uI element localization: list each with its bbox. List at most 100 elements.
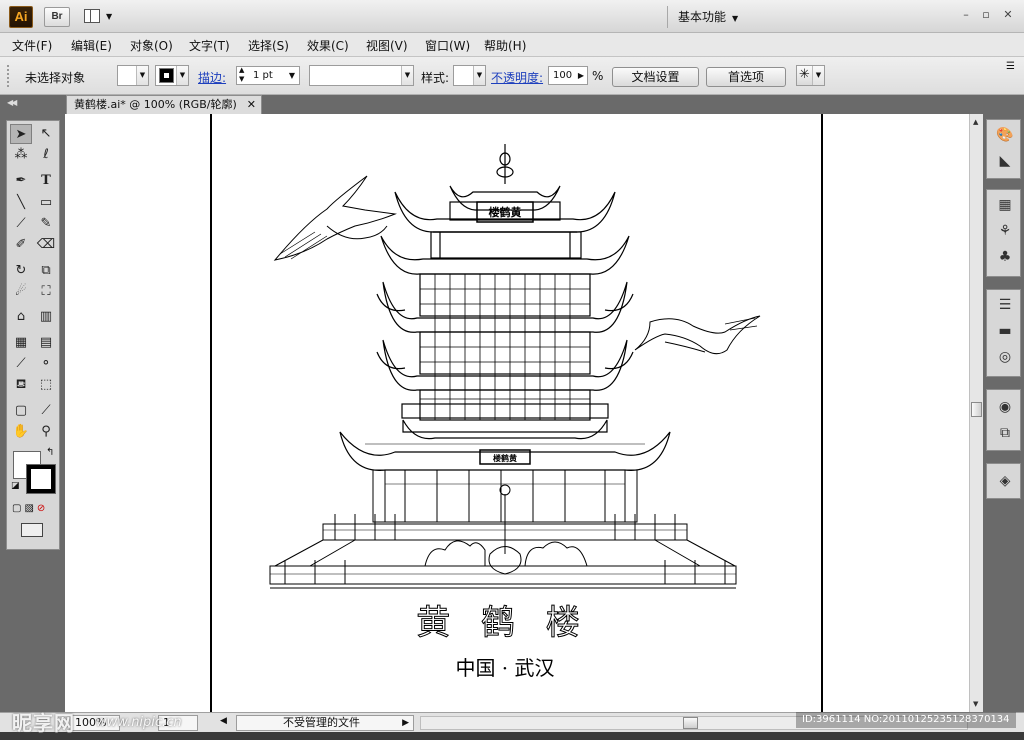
restore-button[interactable]: ▫ bbox=[978, 8, 994, 21]
pencil-tool[interactable]: ✎ bbox=[35, 214, 57, 234]
bridge-button[interactable]: Br bbox=[44, 7, 70, 27]
close-button[interactable]: ✕ bbox=[1000, 8, 1016, 21]
panel-menu-icon[interactable]: ☰ bbox=[1006, 61, 1015, 72]
default-colors-icon[interactable]: ◪ bbox=[11, 481, 20, 491]
color-guide-icon[interactable]: 🎨 bbox=[996, 126, 1014, 144]
workspace-switcher[interactable]: 基本功能 ▼ bbox=[667, 6, 751, 28]
mesh-tool[interactable]: ▦ bbox=[10, 333, 32, 353]
stroke-weight-value: 1 pt bbox=[253, 70, 273, 81]
graphic-style-dropdown[interactable]: ▼ bbox=[453, 65, 486, 86]
illustrator-logo: Ai bbox=[9, 6, 33, 28]
magic-wand-tool[interactable]: ⁂ bbox=[10, 145, 32, 165]
menu-select[interactable]: 选择(S) bbox=[248, 37, 289, 54]
title-bar: Ai Br ▼ 基本功能 ▼ – ▫ ✕ bbox=[0, 0, 1024, 33]
lasso-tool[interactable]: ℓ bbox=[35, 145, 57, 165]
artboard-canvas[interactable]: 楼鹤黄 楼鹤黄 黄 鹤 楼 中国 · 武汉 bbox=[65, 114, 969, 712]
direct-selection-tool[interactable]: ↖ bbox=[35, 124, 57, 144]
status-dropdown[interactable]: 不受管理的文件 ▶ bbox=[236, 715, 414, 731]
nav-prev-icon[interactable]: ◀ bbox=[220, 716, 227, 726]
artboard-tool[interactable]: ▢ bbox=[10, 401, 32, 421]
preferences-button[interactable]: 首选项 bbox=[706, 67, 786, 87]
vertical-scroll-thumb[interactable] bbox=[971, 402, 982, 417]
selection-tool[interactable]: ➤ bbox=[10, 124, 32, 144]
brush-definition-dropdown[interactable]: ▼ bbox=[309, 65, 414, 86]
pen-tool[interactable]: ✒ bbox=[10, 171, 32, 191]
stroke-weight-field[interactable]: ▲ ▼ 1 pt ▼ bbox=[236, 66, 300, 85]
zoom-tool[interactable]: ⚲ bbox=[35, 422, 57, 442]
layers-icon[interactable]: ◈ bbox=[996, 472, 1014, 490]
menu-view[interactable]: 视图(V) bbox=[366, 37, 408, 54]
top-plaque-text: 楼鹤黄 bbox=[489, 205, 522, 219]
free-transform-tool[interactable]: ⛶ bbox=[35, 282, 57, 302]
document-tab[interactable]: 黄鹤楼.ai* @ 100% (RGB/轮廓) ✕ bbox=[66, 95, 262, 114]
collapse-left-icon[interactable]: ◀◀ bbox=[7, 98, 17, 107]
menu-file[interactable]: 文件(F) bbox=[12, 37, 52, 54]
stepper-icon[interactable]: ▲ ▼ bbox=[239, 66, 244, 84]
document-setup-button[interactable]: 文档设置 bbox=[612, 67, 699, 87]
warp-tool[interactable]: ☄ bbox=[10, 282, 32, 302]
symbol-sprayer-tool[interactable]: ⌂ bbox=[10, 307, 32, 327]
scroll-up-icon[interactable]: ▲ bbox=[973, 118, 978, 126]
color-mode-icon[interactable]: ▢ bbox=[12, 503, 24, 514]
symbols-icon[interactable]: ♣ bbox=[996, 248, 1014, 266]
vertical-scrollbar[interactable]: ▲ ▼ bbox=[969, 114, 983, 712]
chevron-down-icon: ▼ bbox=[176, 66, 188, 85]
opacity-label[interactable]: 不透明度: bbox=[491, 69, 543, 86]
rectangle-tool[interactable]: ▭ bbox=[35, 193, 57, 213]
gradient-icon[interactable]: ▬ bbox=[996, 322, 1014, 340]
transparency-icon[interactable]: ◎ bbox=[996, 348, 1014, 366]
hand-tool[interactable]: ✋ bbox=[10, 422, 32, 442]
color-icon[interactable]: ◣ bbox=[996, 152, 1014, 170]
horizontal-scroll-thumb[interactable] bbox=[683, 717, 698, 729]
swap-colors-icon[interactable]: ↰ bbox=[46, 447, 54, 458]
magic-sparkle-icon: ✳ bbox=[799, 67, 810, 82]
eraser-tool[interactable]: ⌫ bbox=[35, 235, 57, 255]
stroke-swatch[interactable] bbox=[26, 464, 56, 494]
menu-help[interactable]: 帮助(H) bbox=[484, 37, 526, 54]
menu-effect[interactable]: 效果(C) bbox=[307, 37, 349, 54]
live-paint-bucket-tool[interactable]: ⛾ bbox=[10, 375, 32, 395]
chevron-right-icon: ▶ bbox=[402, 718, 409, 728]
stroke-icon[interactable]: ☰ bbox=[996, 296, 1014, 314]
menu-object[interactable]: 对象(O) bbox=[130, 37, 173, 54]
stroke-color-dropdown[interactable]: ▼ bbox=[155, 65, 189, 86]
swatches-icon[interactable]: ▦ bbox=[996, 196, 1014, 214]
graphic-styles-icon[interactable]: ⧉ bbox=[996, 424, 1014, 442]
platform-railings bbox=[269, 514, 737, 589]
slice-tool[interactable]: ⟋ bbox=[35, 401, 57, 421]
menu-edit[interactable]: 编辑(E) bbox=[71, 37, 112, 54]
minimize-button[interactable]: – bbox=[958, 8, 974, 21]
blob-brush-tool[interactable]: ✐ bbox=[10, 235, 32, 255]
yellow-crane-tower-artwork[interactable]: 楼鹤黄 楼鹤黄 黄 鹤 楼 中国 · 武汉 bbox=[65, 114, 969, 712]
grip-handle[interactable] bbox=[7, 65, 11, 87]
live-paint-selection-tool[interactable]: ⬚ bbox=[35, 375, 57, 395]
fill-color-dropdown[interactable]: ▼ bbox=[117, 65, 149, 86]
blend-tool[interactable]: ⚬ bbox=[35, 354, 57, 374]
close-tab-icon[interactable]: ✕ bbox=[247, 96, 256, 113]
arrange-documents-button[interactable]: ▼ bbox=[84, 8, 118, 26]
tower-tier-1 bbox=[380, 231, 630, 275]
scale-tool[interactable]: ⧉ bbox=[35, 261, 57, 281]
column-graph-tool[interactable]: ▥ bbox=[35, 307, 57, 327]
rotate-tool[interactable]: ↻ bbox=[10, 261, 32, 281]
menu-window[interactable]: 窗口(W) bbox=[425, 37, 470, 54]
screen-mode-button[interactable] bbox=[21, 523, 43, 537]
line-tool[interactable]: ╲ bbox=[10, 193, 32, 213]
opacity-field[interactable]: 100 ▶ bbox=[548, 66, 588, 85]
dock-group-5: ◈ bbox=[986, 463, 1021, 499]
gradient-mode-icon[interactable]: ▧ bbox=[24, 503, 36, 514]
none-mode-icon[interactable]: ⊘ bbox=[37, 503, 48, 514]
paintbrush-tool[interactable]: ⟋ bbox=[10, 214, 32, 234]
type-tool[interactable]: T bbox=[35, 171, 57, 191]
appearance-icon[interactable]: ◉ bbox=[996, 398, 1014, 416]
stroke-label[interactable]: 描边: bbox=[198, 69, 226, 86]
isolate-selection-button[interactable]: ✳ ▼ bbox=[796, 65, 825, 86]
gradient-tool[interactable]: ▤ bbox=[35, 333, 57, 353]
tools-panel: ➤ ↖ ⁂ ℓ ✒ T ╲ ▭ ⟋ ✎ ✐ ⌫ ↻ ⧉ ☄ ⛶ ⌂ ▥ ▦ ▤ … bbox=[0, 114, 65, 716]
brushes-icon[interactable]: ⚘ bbox=[996, 222, 1014, 240]
menu-type[interactable]: 文字(T) bbox=[189, 37, 230, 54]
scroll-down-icon[interactable]: ▼ bbox=[973, 700, 978, 708]
eyedropper-tool[interactable]: ⟋ bbox=[10, 354, 32, 374]
tools-grid: ➤ ↖ ⁂ ℓ ✒ T ╲ ▭ ⟋ ✎ ✐ ⌫ ↻ ⧉ ☄ ⛶ ⌂ ▥ ▦ ▤ … bbox=[6, 120, 60, 550]
crane-left bbox=[273, 175, 397, 261]
